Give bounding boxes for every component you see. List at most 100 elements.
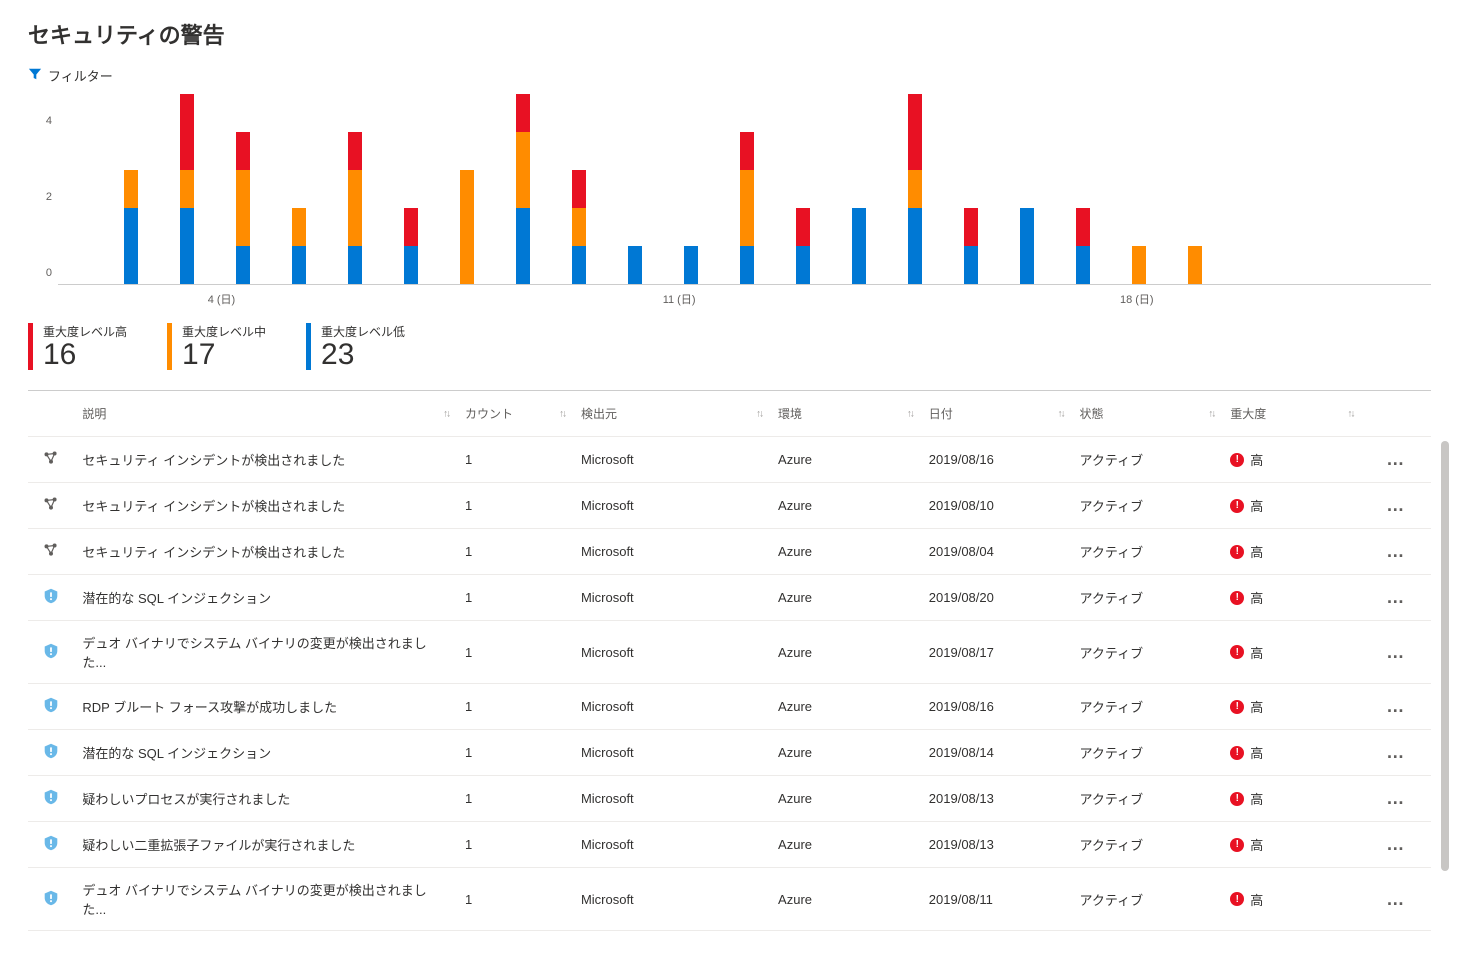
cell-source: Microsoft xyxy=(573,437,770,483)
chart-bar[interactable] xyxy=(1132,246,1146,284)
severity-high-icon: ! xyxy=(1230,545,1244,559)
bar-segment-low xyxy=(348,246,362,284)
chart-bar[interactable] xyxy=(964,208,978,284)
severity-summary: 重大度レベル高16 重大度レベル中17 重大度レベル低23 xyxy=(0,309,1459,390)
chart-bar[interactable] xyxy=(1020,208,1034,284)
chart-bar[interactable] xyxy=(852,208,866,284)
chart-bar[interactable] xyxy=(572,170,586,284)
sort-arrows-icon: ↑↓ xyxy=(443,408,449,419)
cell-source: Microsoft xyxy=(573,483,770,529)
sort-arrows-icon: ↑↓ xyxy=(1208,408,1214,419)
column-description[interactable]: 説明↑↓ xyxy=(74,391,457,437)
chart-bar[interactable] xyxy=(180,94,194,284)
chart-bar[interactable] xyxy=(684,246,698,284)
table-row[interactable]: デュオ バイナリでシステム バイナリの変更が検出されました...1Microso… xyxy=(28,621,1431,684)
table-row[interactable]: 潜在的な SQL インジェクション1MicrosoftAzure2019/08/… xyxy=(28,730,1431,776)
cell-date: 2019/08/13 xyxy=(921,776,1072,822)
cell-severity: !高 xyxy=(1222,868,1361,931)
table-row[interactable]: 疑わしいプロセスが実行されました1MicrosoftAzure2019/08/1… xyxy=(28,776,1431,822)
row-more-button[interactable]: … xyxy=(1361,621,1431,684)
chart-bar[interactable] xyxy=(404,208,418,284)
row-more-button[interactable]: … xyxy=(1361,868,1431,931)
table-row[interactable]: 潜在的な SQL インジェクション1MicrosoftAzure2019/08/… xyxy=(28,575,1431,621)
chart-bar[interactable] xyxy=(628,246,642,284)
table-row[interactable]: セキュリティ インシデントが検出されました1MicrosoftAzure2019… xyxy=(28,529,1431,575)
chart-bar[interactable] xyxy=(740,132,754,284)
row-more-button[interactable]: … xyxy=(1361,776,1431,822)
cell-severity: !高 xyxy=(1222,684,1361,730)
row-more-button[interactable]: … xyxy=(1361,483,1431,529)
alerts-chart: 024 4 (日)11 (日)18 (日) xyxy=(0,85,1459,309)
row-more-button[interactable]: … xyxy=(1361,730,1431,776)
bar-segment-med xyxy=(124,170,138,208)
column-source[interactable]: 検出元↑↓ xyxy=(573,391,770,437)
sort-arrows-icon: ↑↓ xyxy=(907,408,913,419)
severity-high-icon: ! xyxy=(1230,838,1244,852)
table-row[interactable]: セキュリティ インシデントが検出されました1MicrosoftAzure2019… xyxy=(28,437,1431,483)
column-count[interactable]: カウント↑↓ xyxy=(457,391,573,437)
chart-bar[interactable] xyxy=(908,94,922,284)
column-icon xyxy=(28,391,74,437)
summary-value: 23 xyxy=(321,340,405,370)
summary-high[interactable]: 重大度レベル高16 xyxy=(28,323,127,370)
page-title: セキュリティの警告 xyxy=(0,0,1459,60)
cell-state: アクティブ xyxy=(1072,437,1223,483)
table-row[interactable]: 疑わしい二重拡張子ファイルが実行されました1MicrosoftAzure2019… xyxy=(28,822,1431,868)
chart-bar[interactable] xyxy=(1076,208,1090,284)
chart-bar[interactable] xyxy=(236,132,250,284)
cell-date: 2019/08/10 xyxy=(921,483,1072,529)
scrollbar[interactable] xyxy=(1441,441,1449,871)
row-more-button[interactable]: … xyxy=(1361,529,1431,575)
bar-segment-high xyxy=(348,132,362,170)
column-state[interactable]: 状態↑↓ xyxy=(1072,391,1223,437)
filter-icon xyxy=(28,67,42,84)
chart-bar[interactable] xyxy=(460,170,474,284)
summary-low[interactable]: 重大度レベル低23 xyxy=(306,323,405,370)
chart-bar[interactable] xyxy=(516,94,530,284)
cell-description: 疑わしい二重拡張子ファイルが実行されました xyxy=(74,822,457,868)
chart-bar[interactable] xyxy=(796,208,810,284)
summary-med[interactable]: 重大度レベル中17 xyxy=(167,323,266,370)
column-severity[interactable]: 重大度↑↓ xyxy=(1222,391,1361,437)
bar-segment-low xyxy=(964,246,978,284)
cell-environment: Azure xyxy=(770,822,921,868)
row-more-button[interactable]: … xyxy=(1361,437,1431,483)
cell-severity: !高 xyxy=(1222,483,1361,529)
cell-environment: Azure xyxy=(770,437,921,483)
table-row[interactable]: RDP ブルート フォース攻撃が成功しました1MicrosoftAzure201… xyxy=(28,684,1431,730)
row-more-button[interactable]: … xyxy=(1361,575,1431,621)
chart-bar[interactable] xyxy=(124,170,138,284)
xtick-label: 4 (日) xyxy=(208,291,236,307)
cell-severity: !高 xyxy=(1222,437,1361,483)
chart-bar[interactable] xyxy=(1188,246,1202,284)
filter-label: フィルター xyxy=(48,66,113,85)
shield-alert-icon xyxy=(42,840,60,855)
cell-source: Microsoft xyxy=(573,822,770,868)
cell-state: アクティブ xyxy=(1072,868,1223,931)
row-more-button[interactable]: … xyxy=(1361,684,1431,730)
bar-segment-med xyxy=(1188,246,1202,284)
chart-bar[interactable] xyxy=(348,132,362,284)
table-row[interactable]: セキュリティ インシデントが検出されました1MicrosoftAzure2019… xyxy=(28,483,1431,529)
bar-segment-low xyxy=(572,246,586,284)
column-date[interactable]: 日付↑↓ xyxy=(921,391,1072,437)
cell-description: 潜在的な SQL インジェクション xyxy=(74,730,457,776)
cell-state: アクティブ xyxy=(1072,822,1223,868)
cell-source: Microsoft xyxy=(573,575,770,621)
bar-segment-low xyxy=(740,246,754,284)
column-environment[interactable]: 環境↑↓ xyxy=(770,391,921,437)
bar-segment-med xyxy=(348,170,362,246)
cell-description: デュオ バイナリでシステム バイナリの変更が検出されました... xyxy=(74,868,457,931)
bar-segment-high xyxy=(236,132,250,170)
alerts-table-wrap: 説明↑↓ カウント↑↓ 検出元↑↓ 環境↑↓ 日付↑↓ 状態↑↓ 重大度↑↓ セ… xyxy=(28,390,1431,931)
chart-bar[interactable] xyxy=(292,208,306,284)
cell-count: 1 xyxy=(457,776,573,822)
cell-date: 2019/08/11 xyxy=(921,868,1072,931)
filter-button[interactable]: フィルター xyxy=(0,60,1459,85)
ytick-label: 0 xyxy=(46,267,52,279)
bar-segment-high xyxy=(908,94,922,170)
bar-segment-high xyxy=(404,208,418,246)
cell-count: 1 xyxy=(457,483,573,529)
table-row[interactable]: デュオ バイナリでシステム バイナリの変更が検出されました...1Microso… xyxy=(28,868,1431,931)
row-more-button[interactable]: … xyxy=(1361,822,1431,868)
